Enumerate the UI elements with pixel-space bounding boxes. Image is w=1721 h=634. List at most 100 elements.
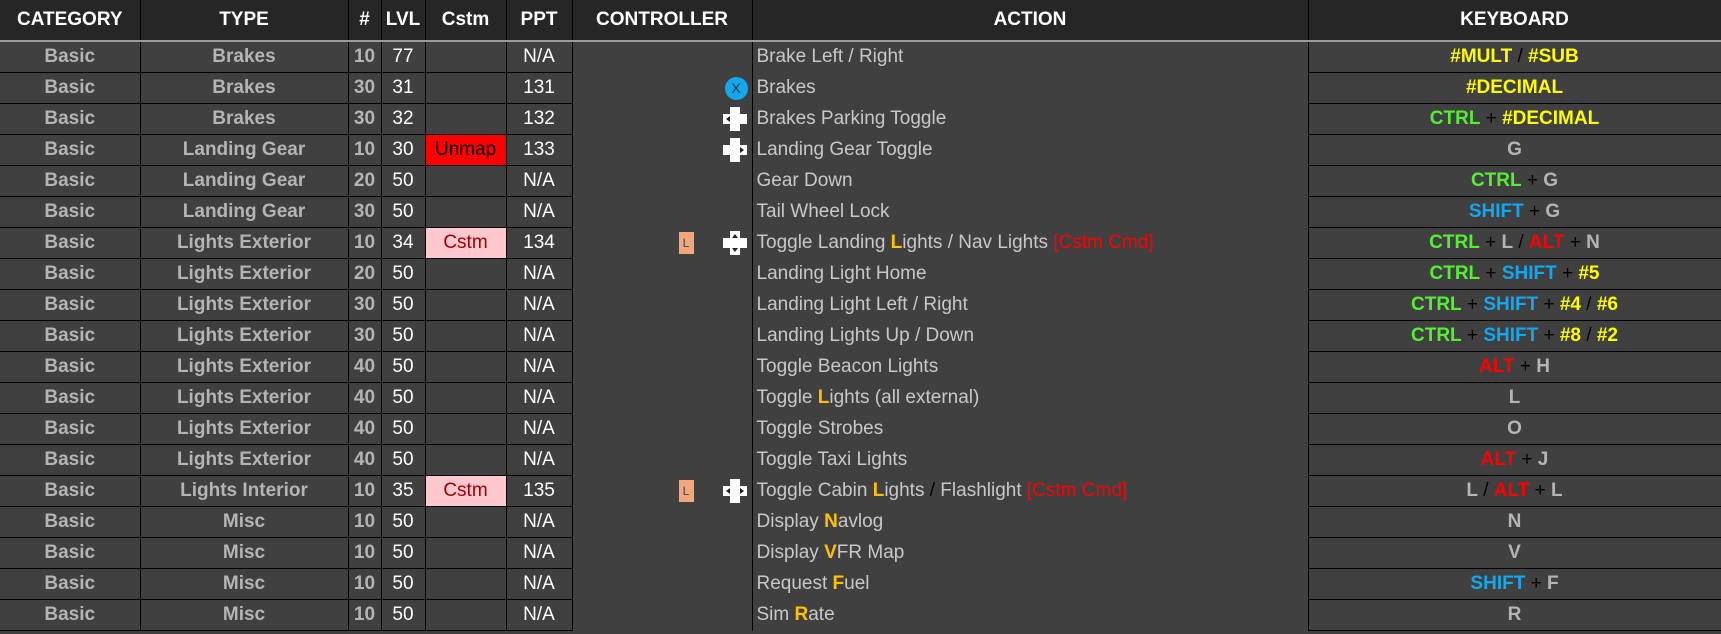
cell-type[interactable]: Lights Exterior bbox=[140, 320, 349, 352]
cell-controller[interactable] bbox=[572, 289, 753, 321]
cell-category[interactable]: Basic bbox=[0, 103, 141, 135]
cell-lvl[interactable]: 77 bbox=[381, 41, 426, 73]
cell-lvl[interactable]: 50 bbox=[381, 568, 426, 600]
cell-type[interactable]: Lights Exterior bbox=[140, 227, 349, 259]
cell-cstm[interactable] bbox=[425, 320, 507, 352]
cell-action[interactable]: Brake Left / Right bbox=[752, 41, 1309, 73]
cell-type[interactable]: Lights Exterior bbox=[140, 258, 349, 290]
cell-num[interactable]: 10 bbox=[348, 599, 382, 631]
cell-keyboard[interactable]: V bbox=[1308, 537, 1721, 569]
cell-cstm[interactable] bbox=[425, 41, 507, 73]
cell-action[interactable]: Toggle Lights (all external) bbox=[752, 382, 1309, 414]
cell-controller[interactable] bbox=[572, 444, 753, 476]
cell-type[interactable]: Misc bbox=[140, 599, 349, 631]
cell-lvl[interactable]: 50 bbox=[381, 289, 426, 321]
cell-action[interactable]: Brakes Parking Toggle bbox=[752, 103, 1309, 135]
cell-action[interactable]: Sim Rate bbox=[752, 599, 1309, 631]
cell-cstm[interactable] bbox=[425, 413, 507, 445]
cell-type[interactable]: Brakes bbox=[140, 103, 349, 135]
cell-lvl[interactable]: 50 bbox=[381, 196, 426, 228]
cell-category[interactable]: Basic bbox=[0, 506, 141, 538]
cell-cstm[interactable] bbox=[425, 506, 507, 538]
cell-ppt[interactable]: 133 bbox=[506, 134, 573, 166]
cell-action[interactable]: Toggle Taxi Lights bbox=[752, 444, 1309, 476]
cell-controller[interactable] bbox=[572, 196, 753, 228]
cell-ppt[interactable]: N/A bbox=[506, 444, 573, 476]
cell-category[interactable]: Basic bbox=[0, 165, 141, 197]
cell-num[interactable]: 10 bbox=[348, 506, 382, 538]
cell-ppt[interactable]: N/A bbox=[506, 165, 573, 197]
cell-type[interactable]: Brakes bbox=[140, 72, 349, 104]
cell-type[interactable]: Lights Exterior bbox=[140, 413, 349, 445]
cell-type[interactable]: Brakes bbox=[140, 41, 349, 73]
cell-num[interactable]: 10 bbox=[348, 568, 382, 600]
cell-controller[interactable] bbox=[572, 165, 753, 197]
cell-cstm[interactable] bbox=[425, 72, 507, 104]
cell-type[interactable]: Landing Gear bbox=[140, 165, 349, 197]
cell-num[interactable]: 30 bbox=[348, 196, 382, 228]
cell-cstm[interactable] bbox=[425, 444, 507, 476]
cell-type[interactable]: Misc bbox=[140, 568, 349, 600]
cstm-badge[interactable]: Cstm bbox=[425, 227, 507, 259]
cell-ppt[interactable]: N/A bbox=[506, 568, 573, 600]
cell-action[interactable]: Toggle Beacon Lights bbox=[752, 351, 1309, 383]
cell-keyboard[interactable]: CTRL + L / ALT + N bbox=[1308, 227, 1721, 259]
cell-lvl[interactable]: 50 bbox=[381, 444, 426, 476]
cstm-badge[interactable]: Unmap bbox=[425, 134, 507, 166]
cell-lvl[interactable]: 50 bbox=[381, 320, 426, 352]
cell-category[interactable]: Basic bbox=[0, 258, 141, 290]
cell-category[interactable]: Basic bbox=[0, 599, 141, 631]
cell-controller[interactable] bbox=[572, 258, 753, 290]
cell-lvl[interactable]: 50 bbox=[381, 258, 426, 290]
cell-num[interactable]: 30 bbox=[348, 289, 382, 321]
cell-num[interactable]: 20 bbox=[348, 258, 382, 290]
header-cstm[interactable]: Cstm bbox=[425, 0, 507, 42]
cell-ppt[interactable]: N/A bbox=[506, 506, 573, 538]
cell-keyboard[interactable]: CTRL + G bbox=[1308, 165, 1721, 197]
cell-ppt[interactable]: N/A bbox=[506, 41, 573, 73]
cell-keyboard[interactable]: R bbox=[1308, 599, 1721, 631]
cell-action[interactable]: Display Navlog bbox=[752, 506, 1309, 538]
cell-num[interactable]: 30 bbox=[348, 72, 382, 104]
cell-ppt[interactable]: N/A bbox=[506, 320, 573, 352]
cell-category[interactable]: Basic bbox=[0, 475, 141, 507]
cell-keyboard[interactable]: O bbox=[1308, 413, 1721, 445]
cell-num[interactable]: 10 bbox=[348, 475, 382, 507]
cell-num[interactable]: 20 bbox=[348, 165, 382, 197]
cell-keyboard[interactable]: SHIFT + G bbox=[1308, 196, 1721, 228]
cell-ppt[interactable]: N/A bbox=[506, 258, 573, 290]
cell-keyboard[interactable]: CTRL + SHIFT + #4 / #6 bbox=[1308, 289, 1721, 321]
cell-action[interactable]: Landing Lights Up / Down bbox=[752, 320, 1309, 352]
cell-num[interactable]: 10 bbox=[348, 227, 382, 259]
cell-num[interactable]: 10 bbox=[348, 41, 382, 73]
cell-ppt[interactable]: N/A bbox=[506, 537, 573, 569]
cell-lvl[interactable]: 50 bbox=[381, 537, 426, 569]
cell-cstm[interactable] bbox=[425, 568, 507, 600]
cell-keyboard[interactable]: #MULT / #SUB bbox=[1308, 41, 1721, 73]
cell-keyboard[interactable]: ALT + J bbox=[1308, 444, 1721, 476]
cell-category[interactable]: Basic bbox=[0, 320, 141, 352]
cell-cstm[interactable] bbox=[425, 599, 507, 631]
cell-type[interactable]: Lights Interior bbox=[140, 475, 349, 507]
cell-controller[interactable] bbox=[572, 103, 753, 135]
cell-category[interactable]: Basic bbox=[0, 382, 141, 414]
cell-num[interactable]: 40 bbox=[348, 413, 382, 445]
cell-keyboard[interactable]: N bbox=[1308, 506, 1721, 538]
cell-category[interactable]: Basic bbox=[0, 289, 141, 321]
cell-controller[interactable] bbox=[572, 506, 753, 538]
cell-num[interactable]: 40 bbox=[348, 382, 382, 414]
cell-controller[interactable] bbox=[572, 382, 753, 414]
cell-category[interactable]: Basic bbox=[0, 196, 141, 228]
header-controller[interactable]: CONTROLLER bbox=[572, 0, 753, 42]
cell-action[interactable]: Tail Wheel Lock bbox=[752, 196, 1309, 228]
cell-action[interactable]: Toggle Landing Lights / Nav Lights [Cstm… bbox=[752, 227, 1309, 259]
cell-type[interactable]: Lights Exterior bbox=[140, 289, 349, 321]
header-category[interactable]: CATEGORY bbox=[0, 0, 141, 42]
cell-controller[interactable] bbox=[572, 568, 753, 600]
cell-keyboard[interactable]: SHIFT + F bbox=[1308, 568, 1721, 600]
cell-controller[interactable]: L bbox=[572, 475, 753, 507]
cell-type[interactable]: Lights Exterior bbox=[140, 351, 349, 383]
header-keyboard[interactable]: KEYBOARD bbox=[1308, 0, 1721, 42]
cell-category[interactable]: Basic bbox=[0, 134, 141, 166]
cell-cstm[interactable] bbox=[425, 289, 507, 321]
